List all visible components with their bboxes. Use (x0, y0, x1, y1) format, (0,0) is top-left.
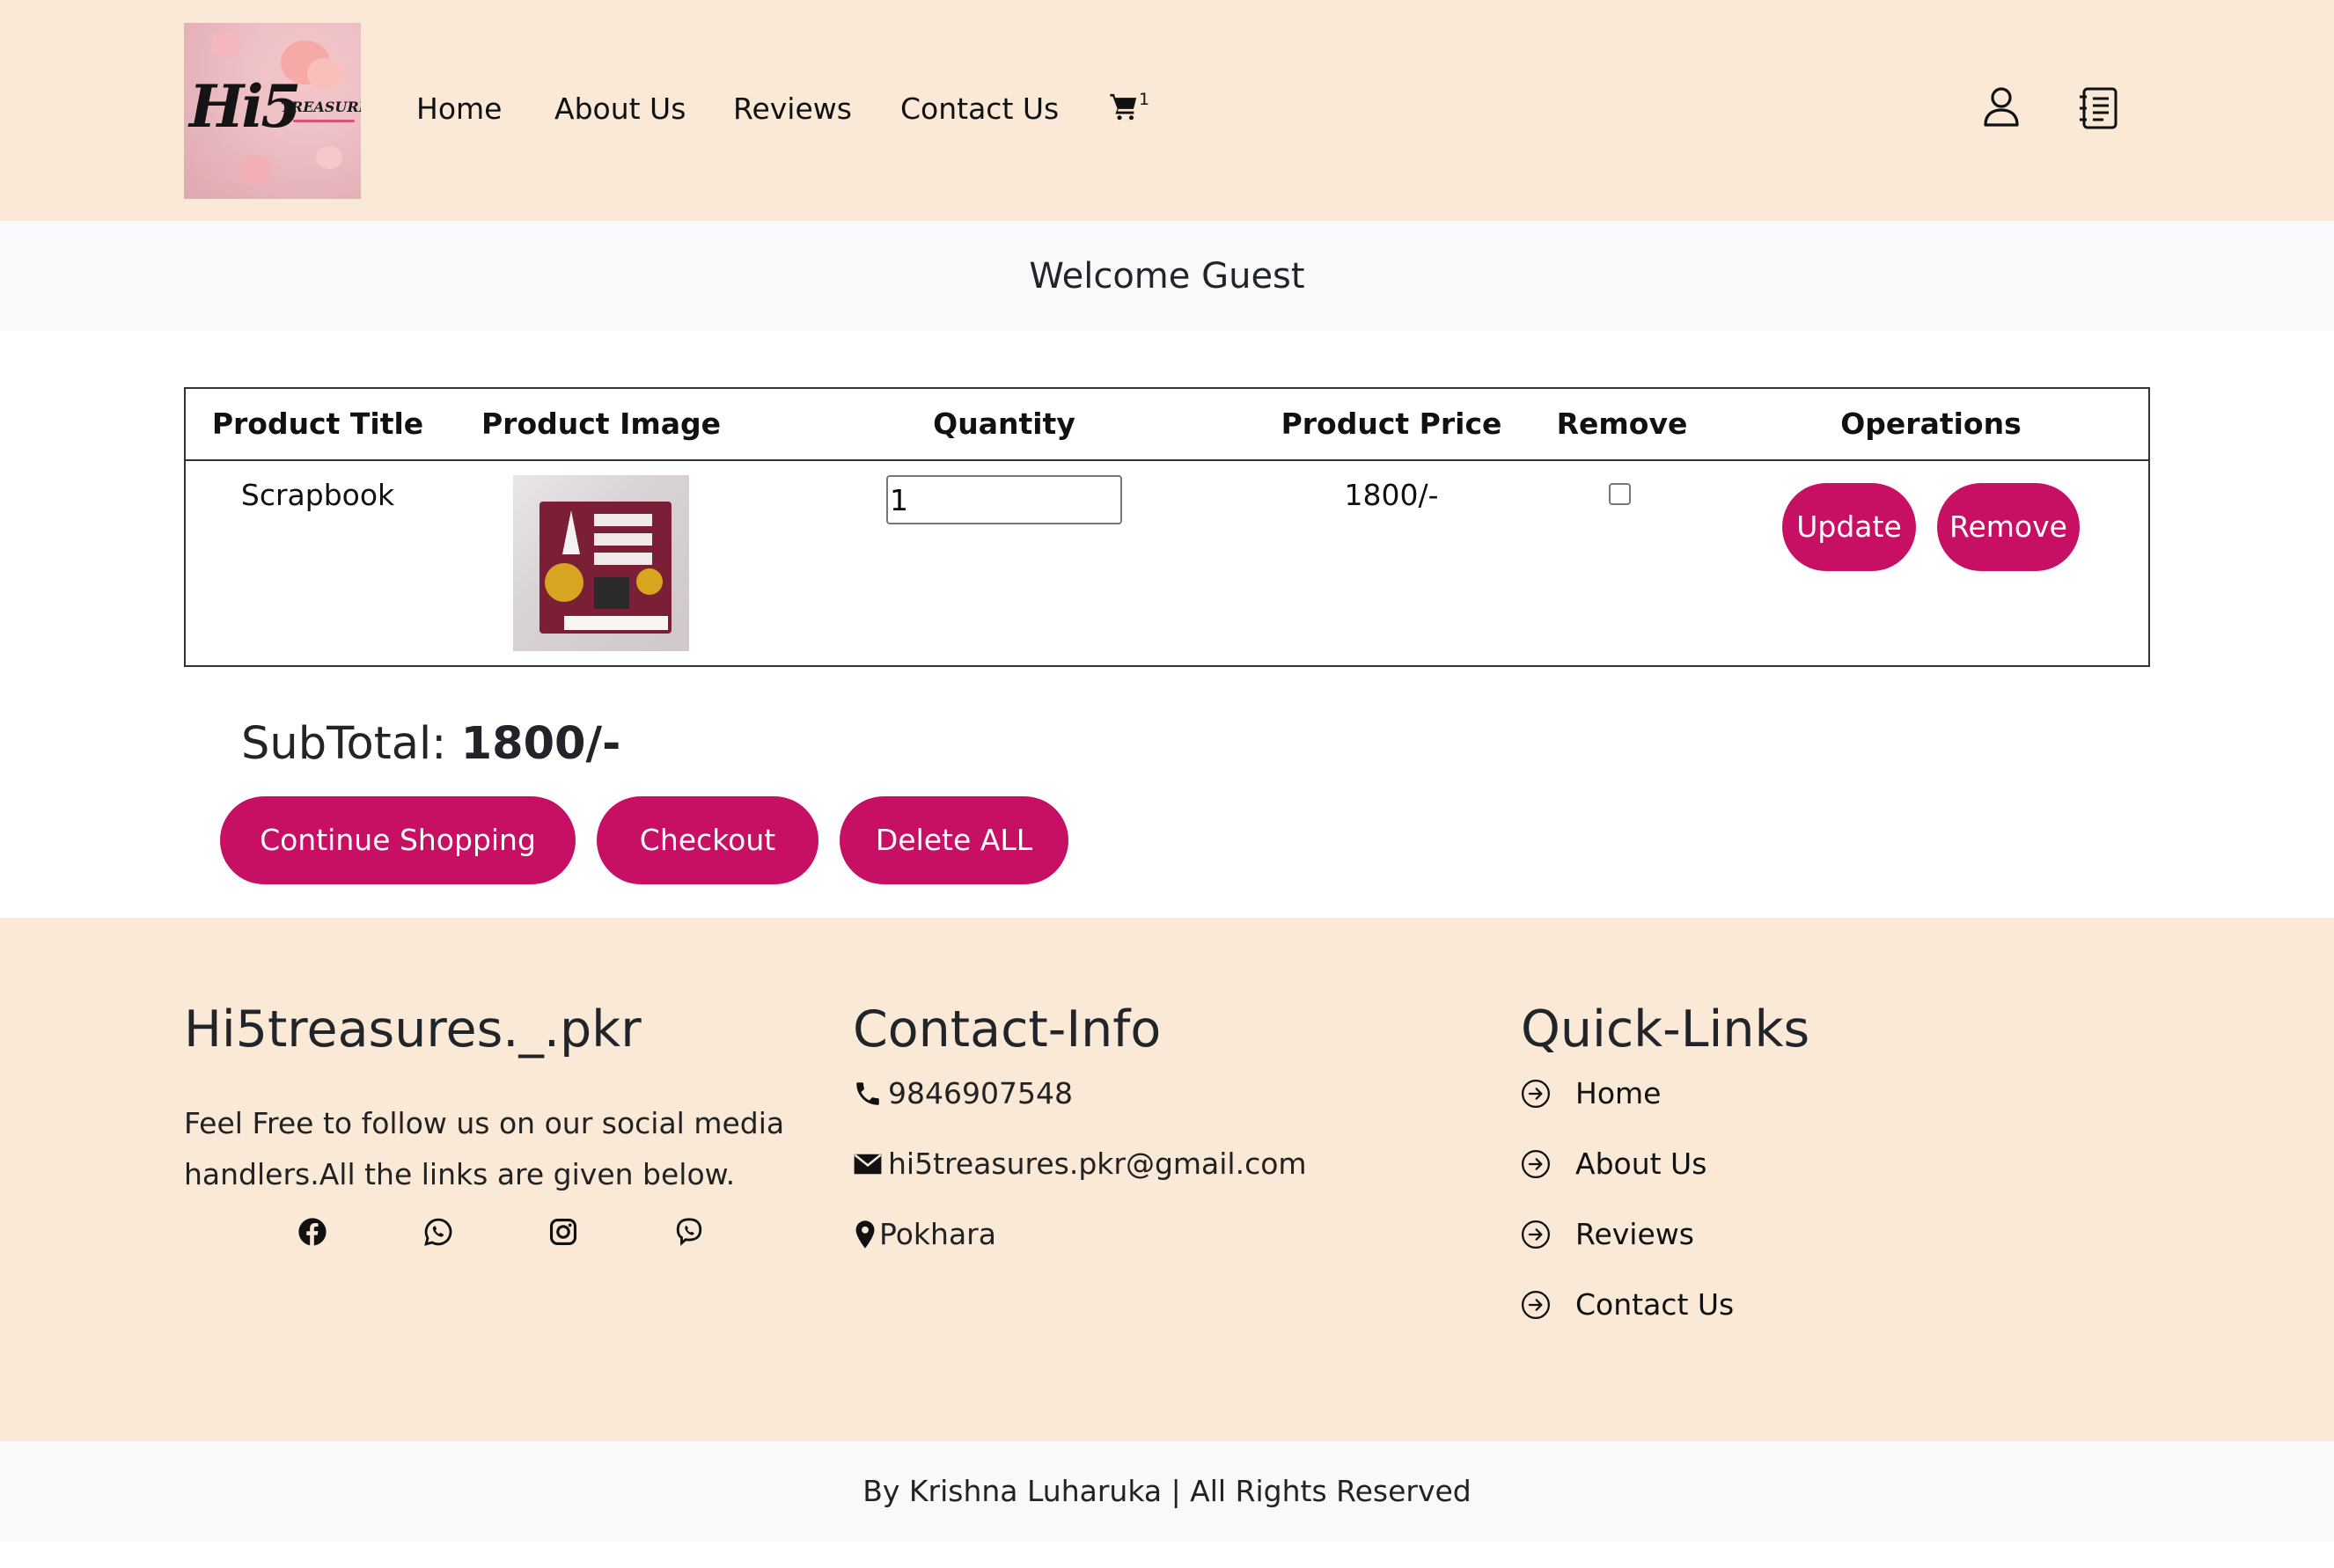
whatsapp-icon[interactable] (423, 1217, 453, 1247)
checkout-button[interactable]: Checkout (597, 796, 818, 884)
location-pin-icon (855, 1220, 875, 1249)
delete-all-button[interactable]: Delete ALL (840, 796, 1068, 884)
eiffel-tower-graphic (562, 510, 580, 554)
arrow-right-circle-icon (1521, 1220, 1551, 1249)
quick-link-label: Home (1575, 1076, 1662, 1110)
product-price-cell: 1800/- (1344, 478, 1439, 512)
copyright-bar: By Krishna Luharuka | All Rights Reserve… (0, 1441, 2334, 1542)
quantity-input[interactable] (886, 475, 1122, 524)
remove-checkbox[interactable] (1609, 483, 1631, 505)
scrapbook-label (594, 514, 652, 526)
scrapbook-banner (564, 616, 668, 630)
nav-contact-us[interactable]: Contact Us (900, 92, 1059, 126)
gold-flower (636, 568, 663, 595)
column-header-remove: Remove (1556, 407, 1688, 441)
quick-link-reviews[interactable]: Reviews (1521, 1217, 1694, 1251)
logo-flower (237, 155, 272, 185)
contact-location-text: Pokhara (879, 1217, 996, 1251)
arrow-right-circle-icon (1521, 1149, 1551, 1178)
nav-reviews[interactable]: Reviews (733, 92, 852, 126)
quick-link-label: Contact Us (1575, 1287, 1735, 1322)
logo-flower (210, 32, 240, 58)
contact-email-text[interactable]: hi5treasures.pkr@gmail.com (888, 1147, 1307, 1181)
cart-icon[interactable] (1109, 92, 1139, 121)
update-button[interactable]: Update (1782, 483, 1916, 571)
product-title-cell: Scrapbook (240, 478, 395, 512)
column-header-product-title: Product Title (211, 407, 424, 441)
column-header-operations: Operations (1840, 407, 2022, 441)
contact-email: hi5treasures.pkr@gmail.com (853, 1147, 1307, 1181)
logo-heart-line (293, 120, 355, 122)
contact-phone: 9846907548 (853, 1076, 1073, 1110)
logo-subtitle: TREASURES (281, 99, 361, 115)
continue-shopping-button[interactable]: Continue Shopping (220, 796, 576, 884)
cart-count-badge: 1 (1139, 90, 1150, 109)
viber-icon[interactable] (674, 1217, 704, 1247)
column-header-quantity: Quantity (933, 407, 1075, 441)
remove-button[interactable]: Remove (1937, 483, 2080, 571)
copyright-text: By Krishna Luharuka | All Rights Reserve… (862, 1474, 1472, 1508)
welcome-bar: Welcome Guest (0, 221, 2334, 331)
scrapbook-label (594, 533, 652, 546)
contact-phone-text: 9846907548 (888, 1076, 1073, 1110)
arrow-right-circle-icon (1521, 1079, 1551, 1108)
footer-quick-links-heading: Quick-Links (1521, 1000, 1810, 1059)
quick-link-about-us[interactable]: About Us (1521, 1147, 1706, 1181)
quick-link-home[interactable]: Home (1521, 1076, 1661, 1110)
brand-logo[interactable]: Hi5 TREASURES (184, 23, 361, 199)
user-icon[interactable] (1983, 86, 2020, 127)
footer-about-text: Feel Free to follow us on our social med… (184, 1106, 785, 1191)
column-header-product-image: Product Image (481, 407, 722, 441)
logo-flower (307, 58, 342, 90)
arrow-right-circle-icon (1521, 1290, 1551, 1319)
cart-table: Product Title Product Image Quantity Pro… (184, 387, 2150, 667)
subtotal: SubTotal: 1800/- (241, 718, 620, 770)
logo-flower (316, 146, 342, 169)
gold-flower (545, 563, 584, 602)
product-image (513, 475, 689, 651)
subtotal-value: 1800/- (460, 718, 621, 770)
scrapbook-label (594, 553, 652, 565)
site-footer: Hi5treasures._.pkr Feel Free to follow u… (0, 918, 2334, 1441)
quick-link-label: About Us (1575, 1147, 1707, 1181)
notebook-icon[interactable] (2079, 86, 2119, 130)
contact-location: Pokhara (853, 1217, 996, 1251)
column-header-product-price: Product Price (1281, 407, 1502, 441)
footer-contact-heading: Contact-Info (853, 1000, 1162, 1059)
footer-brand-heading: Hi5treasures._.pkr (184, 1000, 642, 1059)
quick-link-contact-us[interactable]: Contact Us (1521, 1287, 1734, 1322)
quick-link-label: Reviews (1575, 1217, 1694, 1251)
welcome-message: Welcome Guest (1029, 256, 1305, 297)
site-header: Hi5 TREASURES Home About Us Reviews Cont… (0, 0, 2334, 221)
table-header-divider (186, 459, 2148, 461)
nav-home[interactable]: Home (416, 92, 502, 126)
facebook-icon[interactable] (297, 1217, 327, 1247)
instagram-icon[interactable] (548, 1217, 578, 1247)
scrapbook-photo (594, 577, 629, 609)
phone-icon (856, 1081, 879, 1105)
nav-about-us[interactable]: About Us (554, 92, 686, 126)
subtotal-label: SubTotal: (241, 718, 447, 770)
envelope-icon (854, 1154, 882, 1174)
